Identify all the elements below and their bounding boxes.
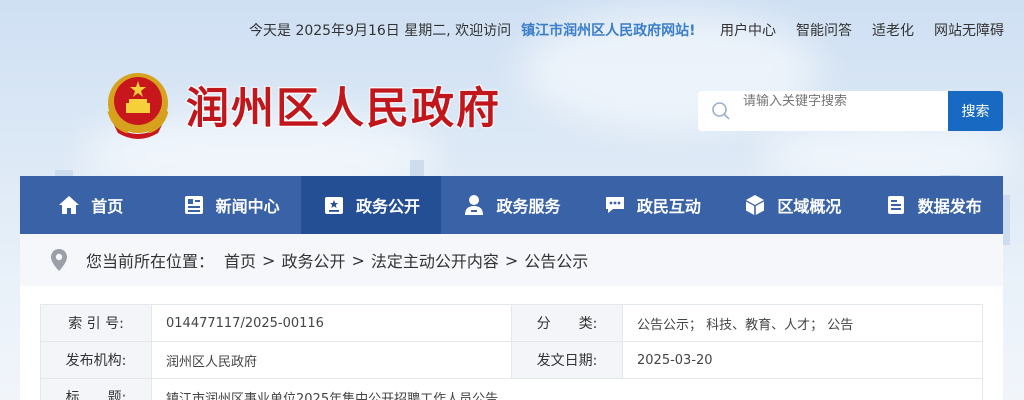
service-icon [465, 195, 484, 215]
nav-item-label: 政务公开 [356, 197, 421, 216]
search-icon [712, 102, 730, 120]
greeting-text: 今天是 2025年9月16日 星期二, 欢迎访问 镇江市润州区人民政府网站! [249, 20, 696, 40]
content-card: 您当前所在位置： 首页 > 政务公开 > 法定主动公开内容 > 公告公示 索 引… [20, 234, 1003, 400]
home-icon [59, 196, 80, 214]
nav-item-label: 数据发布 [917, 197, 982, 216]
breadcrumb-separator: > [504, 250, 519, 270]
publisher-value: 润州区人民政府 [151, 341, 512, 379]
date-greeting: 今天是 2025年9月16日 星期二, 欢迎访问 [249, 23, 512, 39]
search-bar: 搜索 [698, 91, 1003, 131]
breadcrumb-label: 您当前所在位置： [86, 252, 215, 271]
location-pin-icon [51, 249, 67, 271]
nav-item-news[interactable]: 新闻中心 [160, 176, 300, 234]
document-meta-table: 索 引 号: 014477117/2025-00116 分 类: 公告公示； 科… [40, 304, 983, 400]
search-box [698, 91, 948, 131]
index-number-label: 索 引 号: [40, 304, 152, 342]
announcement-icon [325, 197, 344, 214]
user-center-link[interactable]: 用户中心 [720, 20, 776, 40]
nav-item-label: 政民互动 [636, 197, 701, 216]
table-row: 标 题: 镇江市润州区事业单位2025年集中公开招聘工作人员公告 [40, 378, 983, 400]
news-icon [184, 196, 203, 214]
breadcrumb-statutory-disclosure[interactable]: 法定主动公开内容 [371, 248, 499, 272]
nav-item-gov-affairs[interactable]: 政务公开 [300, 176, 442, 234]
title-value: 镇江市润州区事业单位2025年集中公开招聘工作人员公告 [151, 378, 983, 400]
publish-date-label: 发文日期: [511, 341, 623, 379]
table-row: 索 引 号: 014477117/2025-00116 分 类: 公告公示； 科… [40, 304, 983, 342]
breadcrumb-gov-affairs[interactable]: 政务公开 [281, 248, 345, 272]
nav-item-interaction[interactable]: 政民互动 [582, 176, 722, 234]
table-row: 发布机构: 润州区人民政府 发文日期: 2025-03-20 [40, 341, 983, 379]
cube-icon [746, 195, 765, 215]
data-icon [887, 196, 904, 214]
main-nav: 首页 新闻中心 政务公开 政务服务 政民互动 区域概况 数据发布 [20, 176, 1003, 234]
nav-item-label: 政务服务 [496, 197, 561, 216]
search-button[interactable]: 搜索 [948, 91, 1003, 131]
site-logo[interactable]: 润州区人民政府 [104, 70, 524, 140]
nav-item-label: 新闻中心 [215, 197, 280, 216]
smart-qa-link[interactable]: 智能问答 [796, 20, 852, 40]
national-emblem-icon [107, 73, 169, 139]
nav-item-gov-service[interactable]: 政务服务 [441, 176, 581, 234]
breadcrumb: 您当前所在位置： 首页 > 政务公开 > 法定主动公开内容 > 公告公示 [20, 234, 1003, 286]
nav-item-home[interactable]: 首页 [20, 176, 160, 234]
breadcrumb-separator: > [262, 250, 276, 270]
nav-item-label: 首页 [91, 197, 124, 216]
nav-item-data-release[interactable]: 数据发布 [863, 176, 1003, 234]
category-label: 分 类: [511, 304, 623, 342]
elderly-mode-link[interactable]: 适老化 [872, 20, 914, 40]
index-number-value: 014477117/2025-00116 [151, 304, 512, 342]
nav-item-label: 区域概况 [777, 197, 842, 216]
site-name-link[interactable]: 镇江市润州区人民政府网站! [521, 23, 695, 39]
site-title: 润州区人民政府 [186, 84, 501, 134]
category-value: 公告公示； 科技、教育、人才； 公告 [622, 304, 983, 342]
top-bar: 今天是 2025年9月16日 星期二, 欢迎访问 镇江市润州区人民政府网站! 用户… [0, 18, 1024, 42]
breadcrumb-announcements[interactable]: 公告公示 [524, 248, 588, 272]
breadcrumb-home[interactable]: 首页 [224, 248, 256, 272]
title-label: 标 题: [40, 378, 152, 400]
top-links: 用户中心 智能问答 适老化 网站无障碍 [720, 20, 1004, 40]
breadcrumb-separator: > [351, 250, 365, 270]
publisher-label: 发布机构: [40, 341, 152, 379]
accessibility-link[interactable]: 网站无障碍 [934, 20, 1004, 40]
publish-date-value: 2025-03-20 [622, 341, 983, 379]
search-input[interactable] [743, 93, 933, 109]
chat-icon [605, 197, 624, 213]
nav-item-region-overview[interactable]: 区域概况 [722, 176, 862, 234]
